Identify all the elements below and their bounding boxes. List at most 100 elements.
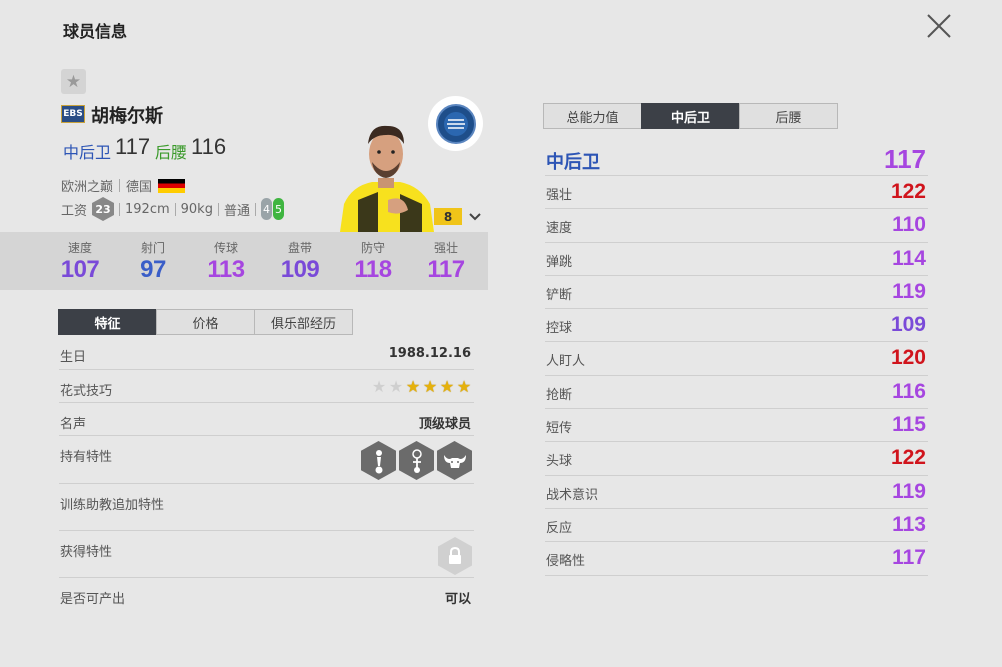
chevron-down-icon[interactable] — [467, 208, 483, 224]
club-logo — [428, 96, 483, 151]
attribute-value: 119 — [892, 279, 926, 303]
stat-dribbling: 盘带 109 — [270, 239, 330, 284]
tab-defensive-midfield[interactable]: 后腰 — [739, 103, 838, 129]
position-rating-value: 117 — [884, 144, 926, 174]
attribute-label: 强壮 — [546, 188, 573, 203]
lock-icon — [438, 537, 472, 575]
tab-traits[interactable]: 特征 — [58, 309, 157, 335]
attribute-label: 头球 — [546, 454, 573, 470]
attribute-value: 117 — [892, 546, 926, 570]
star-filled-icon: ★ — [439, 377, 455, 396]
attribute-row: 抢断 116 — [545, 376, 928, 410]
attribute-row: 弹跳 114 — [545, 243, 928, 276]
summary-stats: 速度 107 射门 97 传球 113 盘带 109 防守 118 强壮 117 — [0, 232, 488, 290]
stat-shooting: 射门 97 — [123, 239, 183, 284]
stat-label: 传球 — [213, 241, 238, 255]
stat-physical: 强壮 117 — [416, 239, 476, 284]
producible-value: 可以 — [444, 592, 471, 607]
reputation-value: 顶级球员 — [418, 417, 471, 432]
stat-value: 97 — [140, 256, 166, 283]
close-button[interactable] — [924, 11, 954, 41]
tab-club-history[interactable]: 俱乐部经历 — [254, 309, 353, 335]
info-tabs: 特征 价格 俱乐部经历 — [58, 309, 353, 335]
attribute-label: 人盯人 — [546, 354, 586, 370]
salary-badge: 23 — [92, 197, 115, 221]
tab-center-back[interactable]: 中后卫 — [641, 103, 740, 129]
stat-label: 防守 — [360, 241, 385, 255]
attribute-row: 短传 115 — [545, 409, 928, 443]
feature-label: 生日 — [60, 350, 87, 365]
feature-label: 持有特性 — [60, 450, 113, 465]
nation-name: 德国 — [126, 180, 153, 195]
stat-passing: 传球 113 — [196, 239, 256, 284]
attribute-value: 113 — [892, 512, 926, 536]
feature-row-traits: 持有特性 — [59, 436, 474, 484]
weight-value: 90kg — [180, 201, 213, 217]
stat-value: 117 — [427, 256, 465, 283]
expand-button[interactable] — [467, 208, 483, 224]
position-rating-header: 中后卫 117 — [545, 143, 928, 176]
star-filled-icon: ★ — [456, 377, 472, 396]
birthday-value: 1988.12.16 — [388, 346, 471, 361]
rating-tabs: 总能力值 中后卫 后腰 — [543, 103, 838, 129]
stat-value: 113 — [207, 256, 245, 283]
feature-list: 生日 1988.12.16 花式技巧 ★ ★ ★ ★ ★ ★ 名声 顶级球员 持有特性 — [59, 336, 474, 610]
divider — [119, 202, 121, 216]
star-empty-icon: ★ — [371, 377, 387, 396]
divider — [217, 202, 219, 216]
stat-defending: 防守 118 — [343, 239, 403, 284]
star-icon: ★ — [65, 71, 82, 92]
divider — [254, 202, 256, 216]
feature-label: 花式技巧 — [60, 384, 113, 399]
page-title: 球员信息 — [63, 22, 128, 41]
attribute-row: 人盯人 120 — [545, 342, 928, 376]
attribute-label: 抢断 — [546, 387, 573, 403]
position-secondary-label: 后腰 — [155, 143, 188, 162]
stat-label: 强壮 — [433, 241, 458, 255]
attribute-row: 速度 110 — [545, 209, 928, 243]
stat-pace: 速度 107 — [50, 239, 110, 284]
feature-label: 获得特性 — [60, 545, 113, 560]
star-filled-icon: ★ — [422, 377, 438, 396]
bull-trait-icon[interactable] — [437, 441, 472, 480]
attribute-label: 速度 — [546, 221, 573, 237]
star-empty-icon: ★ — [388, 377, 404, 396]
attribute-value: 122 — [890, 180, 926, 203]
attribute-value: 119 — [892, 479, 926, 503]
attribute-value: 114 — [892, 246, 926, 270]
stat-label: 射门 — [140, 241, 165, 255]
attribute-value: 109 — [890, 313, 926, 337]
attribute-value: 116 — [892, 379, 926, 403]
attribute-row: 控球 109 — [545, 309, 928, 343]
body-type: 普通 — [223, 203, 250, 219]
tab-price[interactable]: 价格 — [156, 309, 255, 335]
favorite-button[interactable]: ★ — [61, 69, 86, 94]
feature-label: 名声 — [60, 417, 87, 432]
long-throw-trait-icon[interactable] — [399, 441, 434, 480]
attribute-row: 头球 122 — [545, 442, 928, 476]
attribute-value: 110 — [892, 213, 926, 237]
season-badge: EBS — [61, 105, 85, 123]
strong-foot-badge: 5 — [272, 198, 284, 220]
star-filled-icon: ★ — [405, 377, 421, 396]
attribute-row: 战术意识 119 — [545, 476, 928, 509]
attribute-row: 铲断 119 — [545, 276, 928, 310]
trait-icons — [361, 441, 472, 480]
attribute-label: 侵略性 — [546, 554, 586, 570]
stat-value: 109 — [280, 256, 320, 283]
attribute-label: 弹跳 — [546, 254, 573, 270]
close-icon[interactable] — [924, 11, 954, 41]
player-physical: 工资 23 192cm 90kg 普通 4 5 — [61, 197, 284, 221]
attribute-row: 强壮 122 — [545, 176, 928, 210]
attribute-value: 120 — [890, 346, 926, 370]
attribute-value: 122 — [890, 446, 926, 470]
feature-row-producible: 是否可产出 可以 — [59, 578, 474, 610]
header-trait-icon[interactable] — [361, 441, 396, 480]
position-secondary-rating: 116 — [191, 134, 227, 159]
tab-overall[interactable]: 总能力值 — [543, 103, 642, 129]
foot-rating: 4 5 — [260, 198, 284, 220]
position-primary-label: 中后卫 — [63, 143, 112, 162]
stat-value: 118 — [354, 256, 392, 283]
stat-label: 速度 — [67, 241, 92, 255]
feature-label: 训练助教追加特性 — [60, 498, 165, 513]
